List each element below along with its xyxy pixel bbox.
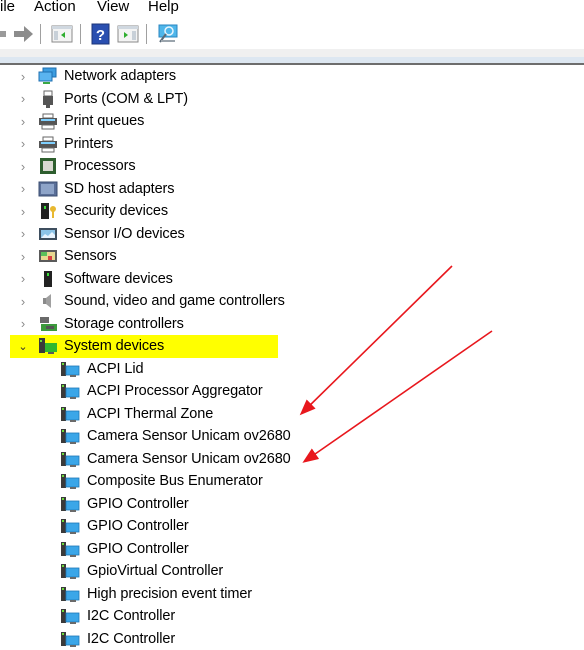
chevron-right-icon[interactable]: ›	[17, 245, 29, 267]
tree-item-storage-controllers[interactable]: › Storage controllers	[17, 313, 184, 335]
toolbar-bottom-band	[0, 49, 584, 57]
toolbar-separator	[80, 24, 81, 44]
tree-item-system-device[interactable]: GPIO Controller	[60, 538, 189, 560]
tree-item-sound-video-game-controllers[interactable]: › Sound, video and game controllers	[17, 290, 285, 312]
toolbar-separator	[146, 24, 147, 44]
system-device-icon	[60, 405, 80, 423]
scan-hardware-changes-icon	[158, 24, 178, 43]
system-device-icon	[60, 450, 80, 468]
tree-item-system-device[interactable]: Camera Sensor Unicam ov2680	[60, 425, 291, 447]
chevron-right-icon[interactable]: ›	[17, 200, 29, 222]
red-arrow-1	[299, 265, 453, 416]
system-device-icon	[60, 607, 80, 625]
scan-hardware-changes-button[interactable]	[156, 23, 180, 45]
tree-item-ports[interactable]: › Ports (COM & LPT)	[17, 88, 188, 110]
back-button[interactable]	[0, 23, 12, 45]
printer-icon	[38, 135, 58, 153]
system-device-icon	[60, 585, 80, 603]
menu-file[interactable]: ile	[0, 0, 15, 15]
chevron-right-icon[interactable]: ›	[17, 313, 29, 335]
tree-item-system-device[interactable]: High precision event timer	[60, 583, 252, 605]
system-device-icon	[38, 337, 58, 355]
system-device-icon	[60, 427, 80, 445]
tree-item-sd-host-adapters[interactable]: › SD host adapters	[17, 178, 175, 200]
sensor-io-icon	[38, 225, 58, 243]
tree-item-system-device[interactable]: GpioVirtual Controller	[60, 560, 223, 582]
forward-icon	[14, 26, 33, 42]
security-device-icon	[38, 202, 58, 220]
show-hide-action-pane-button[interactable]	[116, 23, 140, 45]
tree-item-system-devices[interactable]: ⌄ System devices	[17, 335, 164, 357]
system-device-icon	[60, 495, 80, 513]
tree-item-system-device[interactable]: GPIO Controller	[60, 515, 189, 537]
tree-item-system-device[interactable]: GPIO Controller	[60, 493, 189, 515]
svg-text:?: ?	[96, 27, 105, 44]
tree-item-sensors[interactable]: › Sensors	[17, 245, 117, 267]
processor-icon	[38, 157, 58, 175]
chevron-down-icon[interactable]: ⌄	[17, 335, 29, 357]
chevron-right-icon[interactable]: ›	[17, 65, 29, 87]
chevron-right-icon[interactable]: ›	[17, 133, 29, 155]
chevron-right-icon[interactable]: ›	[17, 290, 29, 312]
chevron-right-icon[interactable]: ›	[17, 223, 29, 245]
red-arrow-2	[302, 330, 493, 463]
chevron-right-icon[interactable]: ›	[17, 110, 29, 132]
network-adapter-icon	[38, 67, 58, 85]
chevron-right-icon[interactable]: ›	[17, 88, 29, 110]
tree-item-sensor-io-devices[interactable]: › Sensor I/O devices	[17, 223, 185, 245]
chevron-right-icon[interactable]: ›	[17, 178, 29, 200]
tree-item-system-device[interactable]: Composite Bus Enumerator	[60, 470, 263, 492]
toolbar: ?	[0, 18, 584, 49]
system-device-icon	[60, 540, 80, 558]
show-hide-console-tree-button[interactable]	[50, 23, 74, 45]
tree-item-system-device[interactable]: ACPI Processor Aggregator	[60, 380, 263, 402]
system-device-icon	[60, 360, 80, 378]
system-device-icon	[60, 382, 80, 400]
tree-item-system-device[interactable]: ACPI Thermal Zone	[60, 403, 213, 425]
tree-item-system-device[interactable]: ACPI Lid	[60, 358, 144, 380]
printer-icon	[38, 112, 58, 130]
system-device-icon	[60, 517, 80, 535]
forward-button[interactable]	[12, 23, 36, 45]
system-device-icon	[60, 562, 80, 580]
menu-view[interactable]: View	[97, 0, 129, 15]
tree-item-software-devices[interactable]: › Software devices	[17, 268, 173, 290]
show-hide-action-pane-icon	[117, 25, 139, 43]
port-icon	[38, 90, 58, 108]
tree-item-processors[interactable]: › Processors	[17, 155, 136, 177]
tree-item-security-devices[interactable]: › Security devices	[17, 200, 168, 222]
sensor-icon	[38, 247, 58, 265]
menu-help[interactable]: Help	[148, 0, 179, 15]
menu-action[interactable]: Action	[34, 0, 76, 15]
tree-item-print-queues[interactable]: › Print queues	[17, 110, 144, 132]
speaker-icon	[38, 292, 58, 310]
show-hide-console-tree-icon	[51, 25, 73, 43]
tree-item-system-device[interactable]: Camera Sensor Unicam ov2680	[60, 448, 291, 470]
back-icon	[0, 31, 6, 37]
help-button[interactable]: ?	[89, 23, 113, 45]
tree-item-system-device[interactable]: I2C Controller	[60, 605, 175, 627]
chevron-right-icon[interactable]: ›	[17, 155, 29, 177]
menu-bar: ile Action View Help	[0, 0, 584, 18]
toolbar-separator	[40, 24, 41, 44]
system-device-icon	[60, 472, 80, 490]
chevron-right-icon[interactable]: ›	[17, 268, 29, 290]
help-icon: ?	[91, 23, 110, 45]
tree-item-system-device[interactable]: I2C Controller	[60, 628, 175, 650]
software-device-icon	[38, 270, 58, 288]
tree-item-network-adapters[interactable]: › Network adapters	[17, 65, 176, 87]
sd-card-icon	[38, 180, 58, 198]
tree-item-printers[interactable]: › Printers	[17, 133, 113, 155]
storage-controller-icon	[38, 315, 58, 333]
